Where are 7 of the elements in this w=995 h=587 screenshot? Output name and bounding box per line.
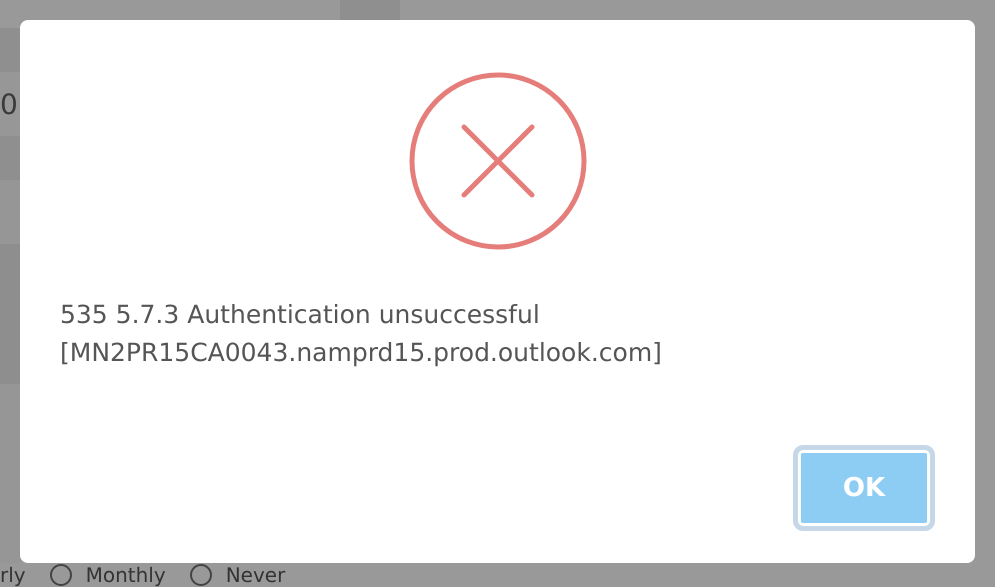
- error-icon: [408, 72, 586, 250]
- error-message: 535 5.7.3 Authentication unsuccessful [MN2PR15CA0043.namprd15.prod.outlook.com]: [60, 299, 663, 369]
- option-label: Monthly: [86, 564, 166, 586]
- ok-button[interactable]: OK: [793, 445, 935, 531]
- option-label: Never: [226, 564, 286, 586]
- table-cell: 0: [0, 88, 18, 120]
- option-label: rly: [0, 564, 26, 586]
